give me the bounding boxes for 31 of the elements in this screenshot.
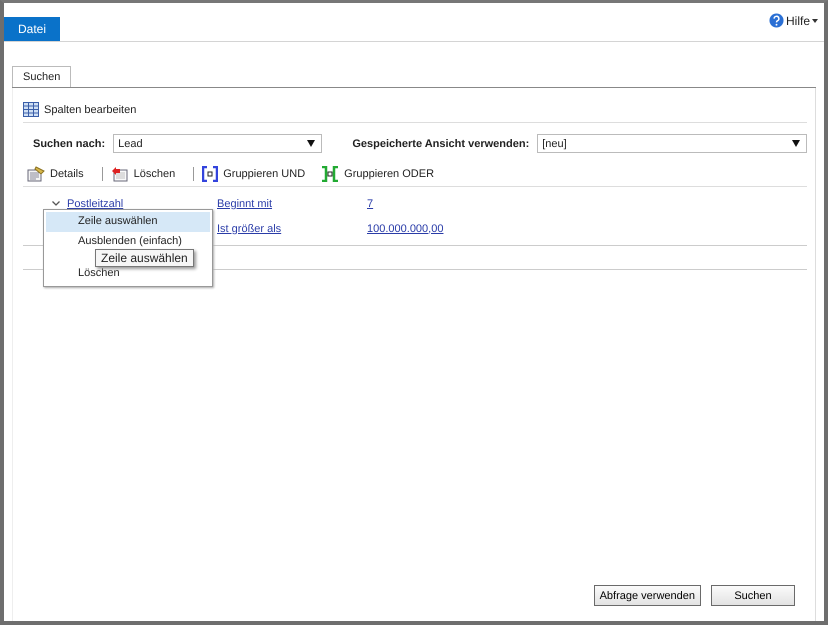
toolbar-button[interactable]: Gruppieren ODER <box>321 166 440 182</box>
help-icon <box>768 13 784 28</box>
columns-icon <box>23 102 39 117</box>
dialog-button[interactable]: Suchen <box>711 585 795 606</box>
dropdown-arrow-icon <box>792 140 800 147</box>
group-and-icon <box>202 166 218 182</box>
value-link[interactable]: 7 <box>367 198 374 210</box>
search-for-label: Suchen nach: <box>33 138 106 150</box>
toolbar-button[interactable]: Löschen <box>110 166 182 182</box>
toolbar-button[interactable]: Gruppieren UND <box>202 166 312 182</box>
chevron-down-icon[interactable] <box>52 201 60 206</box>
file-tab[interactable]: Datei <box>4 17 60 41</box>
toolbar-button[interactable]: Details <box>27 166 90 182</box>
value-link[interactable]: 100.000.000,00 <box>367 222 444 234</box>
edit-columns-link[interactable]: Spalten bearbeiten <box>44 104 136 116</box>
dialog-button[interactable]: Abfrage verwenden <box>594 585 701 606</box>
operator-link[interactable]: Ist größer als <box>217 222 282 234</box>
help-menu[interactable]: Hilfe <box>786 14 810 28</box>
dropdown-arrow-icon <box>307 140 316 147</box>
dropdown-arrow-icon <box>812 18 818 22</box>
delete-icon <box>110 166 129 182</box>
group-or-icon <box>321 166 340 182</box>
entity-dropdown[interactable]: Lead <box>113 134 322 153</box>
field-link[interactable]: Postleitzahl <box>67 198 124 210</box>
menu-item[interactable]: Zeile auswählen <box>46 212 210 232</box>
properties-icon <box>27 166 45 182</box>
saved-view-dropdown[interactable]: [neu] <box>537 134 807 153</box>
tooltip: Zeile auswählen <box>95 249 194 267</box>
search-tab[interactable]: Suchen <box>12 66 72 87</box>
saved-view-label: Gespeicherte Ansicht verwenden: <box>352 138 530 150</box>
operator-link[interactable]: Beginnt mit <box>217 198 272 210</box>
